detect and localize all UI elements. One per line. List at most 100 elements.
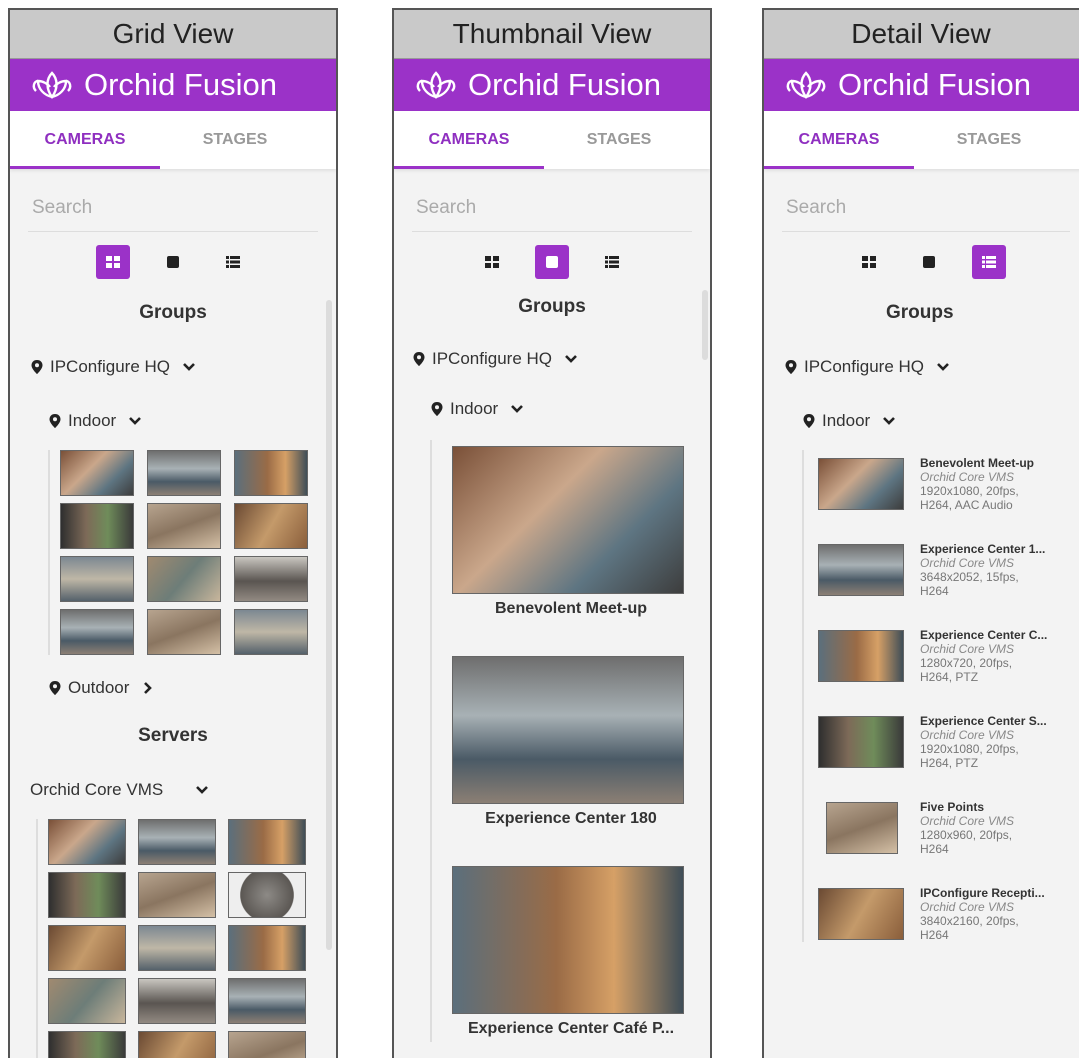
camera-specs: 1280x960, 20fps, H264 — [920, 828, 1013, 856]
camera-thumbnail[interactable] — [818, 630, 904, 682]
tab-bar: CAMERAS STAGES — [394, 111, 710, 169]
grid-view-panel: Grid View Orchid Fusion CAMERAS STAGES S… — [8, 8, 338, 1058]
tab-stages[interactable]: STAGES — [544, 111, 694, 169]
camera-thumbnail[interactable] — [234, 450, 308, 496]
camera-thumbnail[interactable] — [234, 556, 308, 602]
camera-thumbnail[interactable] — [818, 544, 904, 596]
camera-thumbnail[interactable] — [138, 925, 216, 971]
group-label: IPConfigure HQ — [804, 357, 924, 376]
tab-bar: CAMERAS STAGES — [764, 111, 1079, 169]
server-label: Orchid Core VMS — [30, 780, 164, 799]
camera-detail-row[interactable]: Experience Center S... Orchid Core VMS 1… — [818, 714, 1079, 770]
group-ipconfigure-hq[interactable]: IPConfigure HQ — [10, 352, 336, 382]
camera-thumbnail[interactable] — [452, 866, 684, 1014]
camera-name: Experience Center 180 — [485, 810, 657, 827]
camera-thumbnail[interactable] — [147, 556, 221, 602]
camera-thumbnail[interactable] — [818, 716, 904, 768]
camera-thumbnail[interactable] — [818, 458, 904, 510]
camera-thumbnail[interactable] — [234, 503, 308, 549]
square-icon — [167, 256, 179, 268]
camera-thumbnail[interactable] — [48, 819, 126, 865]
thumbnail-view-button[interactable] — [156, 245, 190, 279]
app-header: Orchid Fusion — [394, 59, 710, 111]
camera-thumbnail[interactable] — [138, 1031, 216, 1058]
grid-view-button[interactable] — [852, 245, 886, 279]
tab-cameras[interactable]: CAMERAS — [764, 111, 914, 169]
app-header: Orchid Fusion — [10, 59, 336, 111]
detail-view-button[interactable] — [595, 245, 629, 279]
camera-grid-server — [36, 819, 336, 1058]
camera-specs: 1920x1080, 20fps, H264, AAC Audio — [920, 484, 1019, 512]
group-label: Indoor — [822, 411, 871, 430]
camera-name: Benevolent Meet-up — [920, 456, 1035, 470]
camera-card[interactable]: Benevolent Meet-up — [432, 440, 710, 622]
tab-cameras[interactable]: CAMERAS — [394, 111, 544, 169]
group-ipconfigure-hq[interactable]: IPConfigure HQ — [394, 344, 710, 374]
detail-list: Benevolent Meet-up Orchid Core VMS 1920x… — [802, 450, 1079, 942]
thumbnail-list: Benevolent Meet-up Experience Center 180… — [430, 440, 710, 1042]
search-input[interactable]: Search — [782, 185, 1070, 232]
camera-detail-row[interactable]: Five Points Orchid Core VMS 1280x960, 20… — [818, 800, 1079, 856]
camera-detail-row[interactable]: Experience Center 1... Orchid Core VMS 3… — [818, 542, 1079, 598]
camera-thumbnail[interactable] — [60, 556, 134, 602]
camera-thumbnail[interactable] — [48, 978, 126, 1024]
camera-thumbnail[interactable] — [228, 978, 306, 1024]
camera-thumbnail[interactable] — [48, 925, 126, 971]
camera-thumbnail[interactable] — [234, 609, 308, 655]
grid-view-button[interactable] — [475, 245, 509, 279]
camera-thumbnail[interactable] — [138, 978, 216, 1024]
camera-thumbnail[interactable] — [452, 656, 684, 804]
camera-thumbnail[interactable] — [138, 872, 216, 918]
camera-specs: 3840x2160, 20fps, H264 — [920, 914, 1019, 942]
camera-thumbnail[interactable] — [48, 1031, 126, 1058]
group-indoor[interactable]: Indoor — [764, 406, 1079, 436]
camera-server: Orchid Core VMS — [920, 814, 1015, 828]
camera-thumbnail[interactable] — [138, 819, 216, 865]
thumbnail-view-button[interactable] — [912, 245, 946, 279]
server-orchid-core-vms[interactable]: Orchid Core VMS — [10, 775, 336, 805]
camera-thumbnail[interactable] — [60, 503, 134, 549]
tab-cameras[interactable]: CAMERAS — [10, 111, 160, 169]
panel-caption: Grid View — [10, 10, 336, 59]
camera-detail-row[interactable]: IPConfigure Recepti... Orchid Core VMS 3… — [818, 886, 1079, 942]
detail-view-button[interactable] — [972, 245, 1006, 279]
detail-view-button[interactable] — [216, 245, 250, 279]
camera-thumbnail[interactable] — [228, 819, 306, 865]
tab-stages[interactable]: STAGES — [914, 111, 1064, 169]
camera-detail-row[interactable]: Experience Center C... Orchid Core VMS 1… — [818, 628, 1079, 684]
location-pin-icon — [31, 360, 43, 374]
scrollbar[interactable] — [702, 290, 708, 360]
camera-thumbnail[interactable] — [228, 925, 306, 971]
camera-thumbnail[interactable] — [147, 503, 221, 549]
list-icon — [226, 256, 240, 268]
camera-card[interactable]: Experience Center Café P... — [432, 832, 710, 1042]
camera-thumbnail[interactable] — [818, 888, 904, 940]
camera-thumbnail[interactable] — [826, 802, 898, 854]
camera-thumbnail[interactable] — [228, 872, 306, 918]
grid-icon — [862, 256, 876, 268]
group-ipconfigure-hq[interactable]: IPConfigure HQ — [764, 352, 1079, 382]
group-indoor[interactable]: Indoor — [394, 394, 710, 424]
camera-thumbnail[interactable] — [60, 450, 134, 496]
group-outdoor[interactable]: Outdoor — [10, 673, 336, 703]
camera-name: Experience Center C... — [920, 628, 1048, 642]
camera-thumbnail[interactable] — [147, 450, 221, 496]
scrollbar[interactable] — [326, 300, 332, 950]
tab-stages[interactable]: STAGES — [160, 111, 310, 169]
camera-thumbnail[interactable] — [60, 609, 134, 655]
grid-view-button[interactable] — [96, 245, 130, 279]
group-indoor[interactable]: Indoor — [10, 406, 336, 436]
group-label: IPConfigure HQ — [432, 349, 552, 368]
search-input[interactable]: Search — [28, 185, 318, 232]
camera-thumbnail[interactable] — [147, 609, 221, 655]
camera-thumbnail[interactable] — [48, 872, 126, 918]
camera-thumbnail[interactable] — [452, 446, 684, 594]
camera-thumbnail[interactable] — [228, 1031, 306, 1058]
camera-detail-row[interactable]: Benevolent Meet-up Orchid Core VMS 1920x… — [818, 456, 1079, 512]
location-pin-icon — [49, 414, 61, 428]
camera-card[interactable]: Experience Center 180 — [432, 622, 710, 832]
orchid-logo-icon — [32, 71, 72, 100]
search-input[interactable]: Search — [412, 185, 692, 232]
orchid-logo-icon — [416, 71, 456, 100]
thumbnail-view-button[interactable] — [535, 245, 569, 279]
